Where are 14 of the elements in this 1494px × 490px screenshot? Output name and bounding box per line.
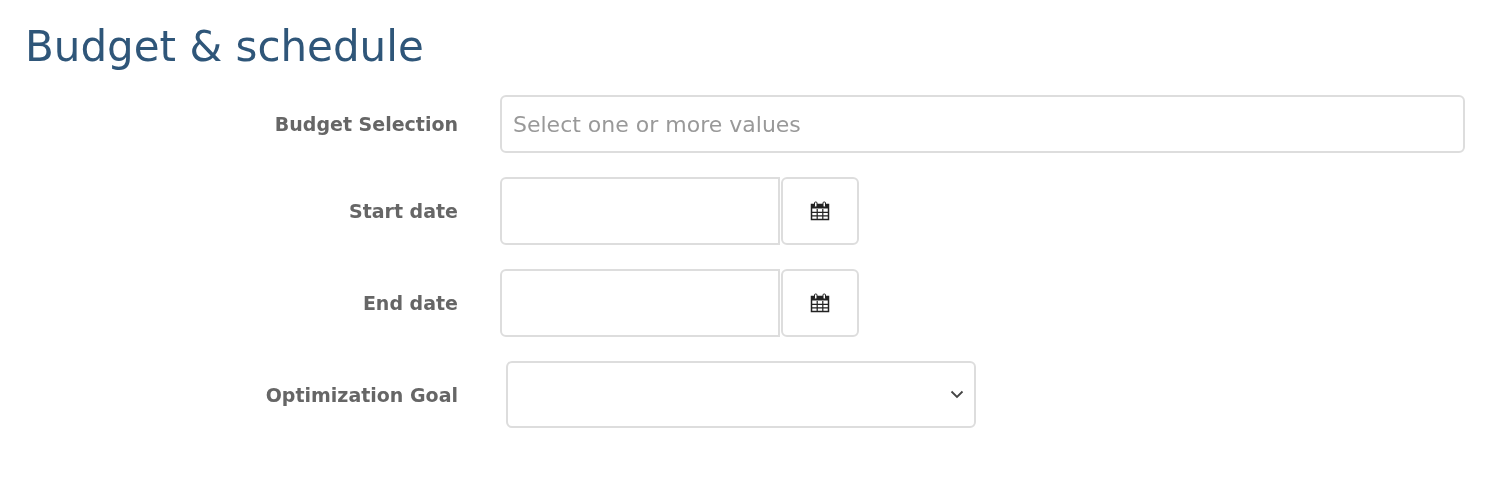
calendar-button[interactable] <box>781 177 859 246</box>
calendar-icon <box>810 201 830 222</box>
field-label: Optimization Goal <box>264 383 458 406</box>
multiselect-field[interactable]: Select one or more values <box>500 95 1465 154</box>
section-title: Budget & schedule <box>25 22 425 73</box>
date-field[interactable] <box>500 269 780 338</box>
calendar-button[interactable] <box>781 269 859 338</box>
date-field[interactable] <box>500 177 780 246</box>
chevron-down-icon <box>950 390 964 400</box>
dropdown-select[interactable] <box>506 361 976 429</box>
field-label: Budget Selection <box>273 113 458 136</box>
field-label: Start date <box>347 200 458 223</box>
calendar-icon <box>810 293 830 314</box>
field-label: End date <box>361 292 458 315</box>
